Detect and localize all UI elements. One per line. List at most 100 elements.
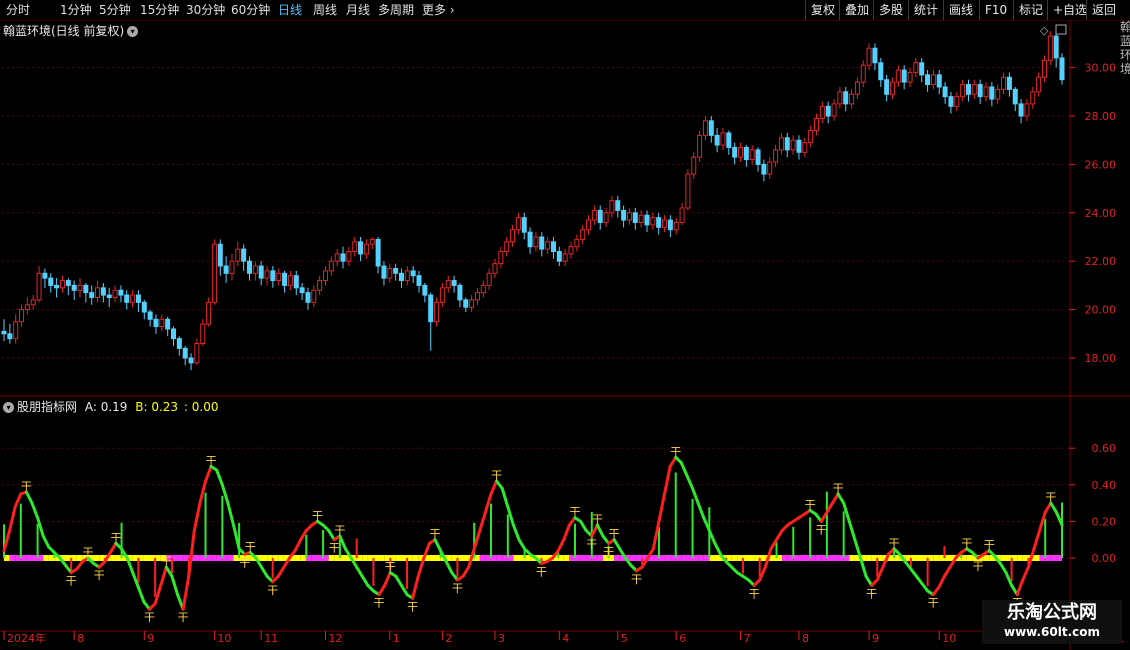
- period-tab-fenshi[interactable]: 分时: [6, 2, 30, 18]
- candle-body: [188, 357, 194, 364]
- period-tab-weekly[interactable]: 周线: [313, 2, 337, 18]
- chart-canvas[interactable]: 30.0028.0026.0024.0022.0020.0018.000.600…: [0, 20, 1130, 650]
- time-tick-label: 6: [679, 632, 686, 645]
- watermark-url: www.60lt.com: [1003, 625, 1101, 639]
- signal-marker: 干: [206, 455, 217, 468]
- candle-body: [621, 209, 627, 221]
- candle-body: [527, 231, 533, 248]
- candle-body: [738, 146, 744, 158]
- period-tab-5min[interactable]: 5分钟: [99, 2, 131, 18]
- candle-body: [995, 88, 1001, 100]
- candle-body: [767, 161, 773, 175]
- indicator-curve-segment: [1021, 565, 1030, 582]
- candle-body: [480, 284, 486, 294]
- overlay-button[interactable]: 叠加: [839, 0, 874, 20]
- candle-body: [118, 289, 124, 296]
- candle-body: [451, 280, 457, 286]
- candle-body: [632, 212, 638, 223]
- candle-body: [276, 272, 282, 282]
- candle-body: [311, 289, 317, 303]
- candle-body: [305, 292, 311, 303]
- indicator-title-bar[interactable]: ▾ 股朋指标网 A: 0.19 B: 0.23 : 0.00: [3, 398, 218, 415]
- period-tab-more[interactable]: 更多 ›: [422, 2, 455, 18]
- candle-body: [930, 74, 936, 86]
- signal-marker: 干: [805, 498, 816, 511]
- candle-body: [474, 292, 480, 301]
- time-tick-label: 10: [942, 632, 956, 645]
- time-tick-label: 2024年: [7, 631, 46, 645]
- f10-button[interactable]: F10: [979, 0, 1012, 20]
- candle-body: [878, 62, 884, 81]
- candle-body: [872, 47, 878, 64]
- candle-body: [65, 280, 71, 286]
- signal-marker: 干: [267, 584, 278, 597]
- candle-body: [638, 214, 644, 223]
- signal-marker: 干: [430, 528, 441, 541]
- candle-body: [71, 284, 77, 291]
- candle-body: [936, 74, 942, 88]
- chevron-down-icon[interactable]: ▾: [127, 26, 139, 37]
- candle-body: [825, 105, 831, 117]
- candle-body: [697, 134, 703, 158]
- mark-button[interactable]: 标记: [1013, 0, 1048, 20]
- candle-body: [24, 304, 30, 311]
- signal-marker: 干: [178, 611, 189, 624]
- statistics-button[interactable]: 统计: [908, 0, 943, 20]
- indicator-curve-segment: [1032, 529, 1042, 551]
- candle-body: [1047, 35, 1053, 61]
- indicator-name: 股朋指标网: [17, 400, 78, 414]
- candle-body: [808, 130, 814, 144]
- signal-marker: 干: [21, 480, 32, 493]
- indicator-a-value: A: 0.19: [84, 400, 128, 414]
- period-tab-30min[interactable]: 30分钟: [186, 2, 225, 18]
- candle-body: [247, 260, 253, 274]
- indicator-curve-segment: [181, 574, 191, 611]
- candle-body: [521, 217, 527, 233]
- candle-body: [849, 93, 855, 105]
- time-tick-label: 1: [393, 632, 400, 645]
- signal-marker: 干: [670, 445, 681, 458]
- candle-body: [761, 163, 767, 175]
- time-tick-label: 3: [498, 632, 505, 645]
- period-tab-multi[interactable]: 多周期: [378, 2, 414, 18]
- indicator-curve-segment: [595, 523, 605, 538]
- back-button[interactable]: 返回: [1086, 0, 1121, 20]
- right-strip-text: 翰蓝环境: [1120, 20, 1130, 76]
- signal-marker: 干: [245, 541, 256, 554]
- candle-body: [457, 284, 463, 301]
- price-tick-label: 24.00: [1085, 207, 1117, 220]
- time-tick-label: 8: [802, 632, 809, 645]
- time-tick-label: 9: [872, 632, 879, 645]
- draw-line-button[interactable]: 画线: [943, 0, 978, 20]
- candle-body: [445, 280, 451, 289]
- indicator-curve-segment: [517, 538, 527, 551]
- signal-marker: 干: [586, 538, 597, 551]
- candle-body: [603, 212, 609, 223]
- candle-body: [334, 253, 340, 262]
- candle-body: [1012, 88, 1018, 105]
- candle-body: [919, 62, 925, 76]
- indicator-curve-segment: [355, 565, 364, 578]
- period-tab-15min[interactable]: 15分钟: [140, 2, 179, 18]
- period-tab-daily[interactable]: 日线: [278, 2, 302, 18]
- period-tab-monthly[interactable]: 月线: [346, 2, 370, 18]
- candle-body: [714, 134, 720, 146]
- main-chart-title[interactable]: 翰蓝环境(日线 前复权) ▾: [3, 22, 139, 39]
- signal-marker: 干: [334, 524, 345, 537]
- signal-marker: 干: [374, 597, 385, 610]
- candle-body: [942, 86, 948, 98]
- candle-body: [124, 294, 130, 303]
- candle-body: [352, 241, 358, 253]
- candle-body: [679, 207, 685, 223]
- period-tab-1min[interactable]: 1分钟: [60, 2, 92, 18]
- signal-marker: 干: [603, 545, 614, 558]
- signal-marker: 干: [973, 560, 984, 573]
- candle-body: [317, 280, 323, 291]
- multi-stock-button[interactable]: 多股: [873, 0, 908, 20]
- chevron-down-icon[interactable]: ▾: [3, 402, 14, 413]
- candle-body: [965, 84, 971, 95]
- candle-body: [556, 251, 562, 262]
- period-tab-60min[interactable]: 60分钟: [231, 2, 270, 18]
- fuquan-button[interactable]: 复权: [805, 0, 840, 20]
- candle-body: [732, 146, 738, 158]
